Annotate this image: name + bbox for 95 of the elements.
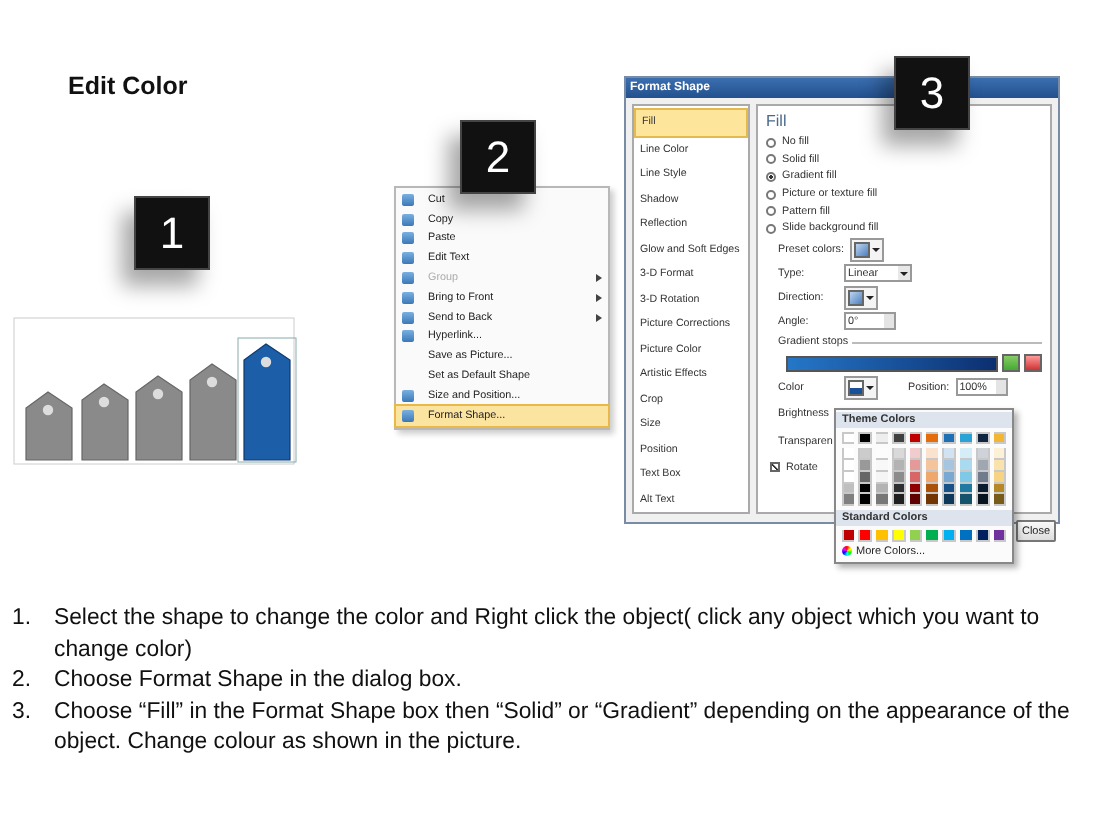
color-swatch[interactable] <box>843 494 854 505</box>
color-swatch[interactable] <box>859 460 871 470</box>
color-swatch[interactable] <box>876 530 888 541</box>
step-text: Choose Format Shape in the dialog box. <box>54 666 464 697</box>
color-swatch[interactable] <box>994 494 1005 505</box>
color-swatch[interactable] <box>843 471 854 482</box>
radio-button[interactable] <box>766 189 776 200</box>
step-badge: 1 <box>134 196 210 270</box>
color-swatch[interactable] <box>994 471 1005 482</box>
color-swatch[interactable] <box>994 433 1005 443</box>
color-swatch[interactable] <box>859 494 871 505</box>
color-swatch[interactable] <box>943 448 955 459</box>
color-dropdown[interactable] <box>844 375 878 400</box>
color-swatch[interactable] <box>876 460 888 470</box>
radio-button[interactable] <box>766 137 776 148</box>
color-swatch[interactable] <box>960 530 972 541</box>
remove-stop-icon[interactable] <box>1024 354 1042 373</box>
color-swatch[interactable] <box>926 483 938 493</box>
step-text: Select the shape to change the color and Right click the object( click any object which you want to change color) <box>54 604 1042 666</box>
color-swatch[interactable] <box>926 433 938 443</box>
checkbox[interactable] <box>770 462 780 473</box>
color-swatch[interactable] <box>859 471 871 482</box>
color-swatch[interactable] <box>893 460 905 470</box>
color-swatch[interactable] <box>960 494 972 505</box>
step-text: Choose “Fill” in the Format Shape box then “Solid” or “Gradient” depending on the appearance of the object. Change colour as shown in the picture. <box>54 697 1072 759</box>
color-swatch[interactable] <box>910 448 921 459</box>
step-number: 1. <box>12 604 33 634</box>
color-swatch[interactable] <box>943 530 955 541</box>
section-heading: Fill <box>766 112 789 130</box>
gradient-bar[interactable] <box>786 355 998 372</box>
color-swatch[interactable] <box>910 471 921 482</box>
color-swatch[interactable] <box>943 494 955 505</box>
radio-button[interactable] <box>766 171 776 182</box>
color-swatch[interactable] <box>893 448 905 459</box>
color-swatch[interactable] <box>994 460 1005 470</box>
color-swatch[interactable] <box>977 460 989 470</box>
color-swatch[interactable] <box>859 483 871 493</box>
color-swatch[interactable] <box>943 471 955 482</box>
color-swatch[interactable] <box>926 460 938 470</box>
color-swatch[interactable] <box>977 494 989 505</box>
color-swatch[interactable] <box>960 483 972 493</box>
add-stop-icon[interactable] <box>1002 354 1020 373</box>
radio-button[interactable] <box>766 223 776 234</box>
color-swatch[interactable] <box>910 433 921 443</box>
radio-button[interactable] <box>766 154 776 165</box>
color-swatch[interactable] <box>859 448 871 459</box>
color-swatch[interactable] <box>843 483 854 493</box>
color-swatch[interactable] <box>876 483 888 493</box>
color-swatch[interactable] <box>893 471 905 482</box>
color-swatch[interactable] <box>876 494 888 505</box>
color-swatch[interactable] <box>960 448 972 459</box>
color-swatch[interactable] <box>977 433 989 443</box>
color-swatch[interactable] <box>910 460 921 470</box>
color-swatch[interactable] <box>943 483 955 493</box>
direction-dropdown[interactable] <box>844 285 878 310</box>
color-swatch[interactable] <box>943 460 955 470</box>
color-swatch[interactable] <box>977 471 989 482</box>
color-swatch[interactable] <box>960 460 972 470</box>
color-swatch[interactable] <box>893 483 905 493</box>
color-swatch[interactable] <box>859 530 871 541</box>
color-swatch[interactable] <box>843 460 854 470</box>
color-swatch[interactable] <box>926 471 938 482</box>
step-badge: 3 <box>894 56 970 130</box>
color-swatch[interactable] <box>977 530 989 541</box>
color-swatch[interactable] <box>977 448 989 459</box>
color-swatch[interactable] <box>843 530 854 541</box>
color-swatch[interactable] <box>859 433 871 443</box>
color-swatch[interactable] <box>960 433 972 443</box>
color-swatch[interactable] <box>893 433 905 443</box>
color-swatch[interactable] <box>994 483 1005 493</box>
color-swatch[interactable] <box>994 530 1005 541</box>
color-swatch[interactable] <box>876 433 888 443</box>
slide-title: Edit Color <box>68 72 188 100</box>
color-swatch[interactable] <box>893 530 905 541</box>
color-swatch[interactable] <box>910 530 921 541</box>
preset-colors-dropdown[interactable] <box>849 237 884 262</box>
color-swatch[interactable] <box>893 494 905 505</box>
radio-button[interactable] <box>766 206 776 217</box>
step-number: 2. <box>12 666 33 697</box>
step-badge: 2 <box>460 120 536 194</box>
color-swatch[interactable] <box>876 448 888 459</box>
color-swatch[interactable] <box>876 471 888 482</box>
color-swatch[interactable] <box>926 530 938 541</box>
palette-icon <box>842 546 852 557</box>
step-number: 3. <box>12 697 33 728</box>
color-swatch[interactable] <box>843 448 854 459</box>
color-swatch[interactable] <box>843 433 854 443</box>
color-swatch[interactable] <box>926 448 938 459</box>
color-swatch[interactable] <box>994 448 1005 459</box>
color-swatch[interactable] <box>910 483 921 493</box>
color-swatch[interactable] <box>910 494 921 505</box>
color-swatch[interactable] <box>926 494 938 505</box>
color-swatch[interactable] <box>977 483 989 493</box>
color-swatch[interactable] <box>943 433 955 443</box>
color-swatch[interactable] <box>960 471 972 482</box>
